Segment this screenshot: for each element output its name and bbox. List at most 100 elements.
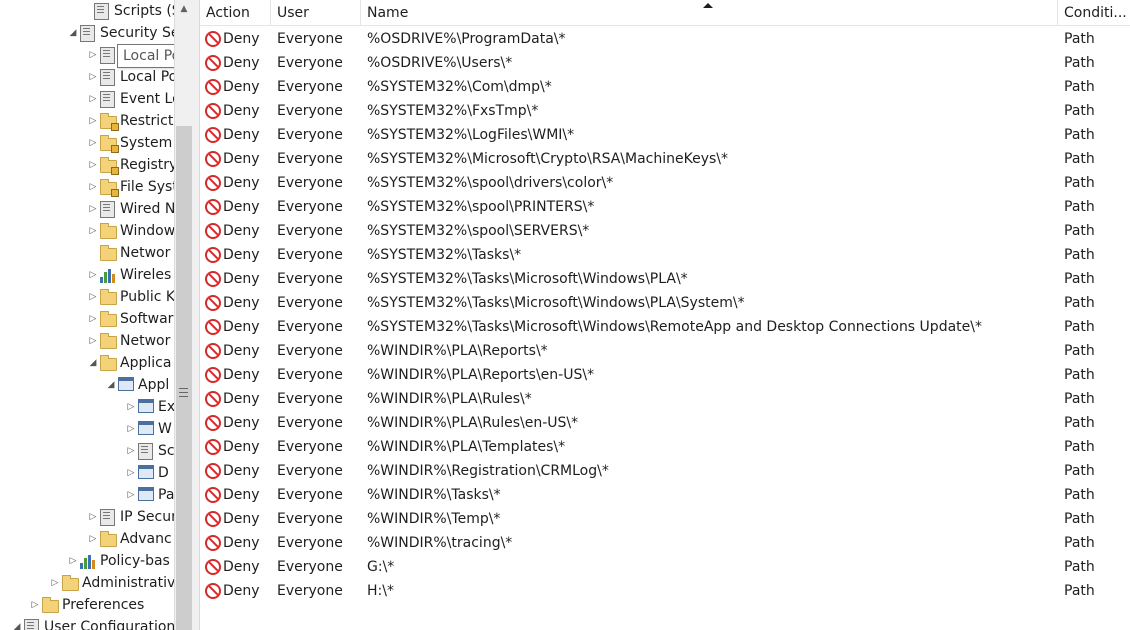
table-row[interactable]: Deny Everyone G:\* Path [200,555,1130,579]
tree-item[interactable]: ▷ Window [0,220,174,242]
tree-collapsed-icon[interactable]: ▷ [88,88,98,110]
table-row[interactable]: Deny Everyone %WINDIR%\Registration\CRMLog… [200,459,1130,483]
tree-collapsed-icon[interactable]: ▷ [88,528,98,550]
pane-splitter[interactable] [193,0,200,630]
tree-item[interactable]: ▷ Networ [0,330,174,352]
tree-item[interactable]: ▷ Preferences [0,594,174,616]
tree-item[interactable]: Networ [0,242,174,264]
tree-item-label: System [120,135,173,151]
tree-collapsed-icon[interactable]: ▷ [88,308,98,330]
tree-collapsed-icon[interactable]: ▷ [30,594,40,616]
tree-item[interactable]: ▷ IP Secur [0,506,174,528]
scroll-up-arrow-icon[interactable]: ▲ [175,0,193,18]
tree-collapsed-icon[interactable]: ▷ [88,110,98,132]
tree-collapsed-icon[interactable]: ▷ [88,66,98,88]
tree-expanded-icon[interactable]: ◢ [88,352,98,374]
table-row[interactable]: Deny Everyone %SYSTEM32%\spool\PRINTERS\* P… [200,195,1130,219]
tree-item[interactable]: ▷ Local Po [0,66,174,88]
tree-item[interactable]: ▷ Public K [0,286,174,308]
tree-item[interactable]: ▷ Administrativ [0,572,174,594]
tree-item[interactable]: ▷ Restrict [0,110,174,132]
tree-item[interactable]: Scripts (Sta [0,0,174,22]
tree-collapsed-icon[interactable]: ▷ [88,220,98,242]
tree-collapsed-icon[interactable]: ▷ [88,506,98,528]
tree-item[interactable]: ▷ File Syst [0,176,174,198]
tree-item[interactable]: ▷ Sc [0,440,174,462]
table-row[interactable]: Deny Everyone %OSDRIVE%\Users\* Path [200,51,1130,75]
tree-item[interactable]: ▷ Policy-bas [0,550,174,572]
tree-collapsed-icon[interactable]: ▷ [88,286,98,308]
tree-collapsed-icon[interactable]: ▷ [126,418,136,440]
deny-icon [205,439,221,455]
tree-collapsed-icon[interactable]: ▷ [126,484,136,506]
cell-action: Deny [223,511,260,527]
table-row[interactable]: Deny Everyone %SYSTEM32%\Tasks\Microsoft\W… [200,267,1130,291]
table-row[interactable]: Deny Everyone %WINDIR%\PLA\Rules\* Path [200,387,1130,411]
tree-item[interactable]: ▷ Softwar [0,308,174,330]
deny-icon [205,535,221,551]
deny-icon [205,79,221,95]
cell-condition: Path [1064,79,1095,95]
table-row[interactable]: Deny Everyone %WINDIR%\PLA\Reports\en-US\*… [200,363,1130,387]
cell-user: Everyone [277,415,343,431]
cell-name: %WINDIR%\PLA\Reports\en-US\* [367,367,595,383]
table-row[interactable]: Deny Everyone %WINDIR%\Temp\* Path [200,507,1130,531]
table-row[interactable]: Deny Everyone %SYSTEM32%\FxsTmp\* Path [200,99,1130,123]
column-header-condition[interactable]: Conditi... [1058,0,1130,25]
tree-collapsed-icon[interactable]: ▷ [88,198,98,220]
tree-item[interactable]: ▷ Wired N [0,198,174,220]
settings-node-icon [24,619,40,630]
column-header-action[interactable]: Action [200,0,271,25]
table-row[interactable]: Deny Everyone %SYSTEM32%\spool\drivers\col… [200,171,1130,195]
tree-collapsed-icon[interactable]: ▷ [88,264,98,286]
tree-item[interactable]: ▷ Wireles [0,264,174,286]
table-row[interactable]: Deny Everyone H:\* Path [200,579,1130,603]
table-row[interactable]: Deny Everyone %WINDIR%\PLA\Reports\* Path [200,339,1130,363]
tree-item[interactable]: ▷ Event Lo [0,88,174,110]
column-header-row: Action User Name Conditi... [200,0,1130,26]
column-header-user[interactable]: User [271,0,361,25]
tree-item[interactable]: ◢ Applica [0,352,174,374]
tree-collapsed-icon[interactable]: ▷ [68,550,78,572]
table-row[interactable]: Deny Everyone %SYSTEM32%\Microsoft\Crypto\… [200,147,1130,171]
tree-collapsed-icon[interactable]: ▷ [88,176,98,198]
table-row[interactable]: Deny Everyone %WINDIR%\tracing\* Path [200,531,1130,555]
tree-collapsed-icon[interactable]: ▷ [126,440,136,462]
tree-item-label: Restrict [120,113,174,129]
tree-collapsed-icon[interactable]: ▷ [88,132,98,154]
tree-item[interactable]: ▷ W [0,418,174,440]
tree-item[interactable]: ▷ System [0,132,174,154]
tree-item[interactable]: ◢ User Configuration [0,616,174,630]
deny-icon [205,31,221,47]
tree-vertical-scrollbar[interactable]: ▲ [174,0,193,630]
tree-collapsed-icon[interactable]: ▷ [126,396,136,418]
tree-item[interactable]: ▷ Registry [0,154,174,176]
table-row[interactable]: Deny Everyone %WINDIR%\PLA\Templates\* Path [200,435,1130,459]
tree-expanded-icon[interactable]: ◢ [12,616,22,630]
table-row[interactable]: Deny Everyone %SYSTEM32%\Tasks\* Path [200,243,1130,267]
table-row[interactable]: Deny Everyone %OSDRIVE%\ProgramData\* Path [200,27,1130,51]
tree-item[interactable]: ◢ Appl [0,374,174,396]
tree-collapsed-icon[interactable]: ▷ [88,330,98,352]
tree-item[interactable]: ◢ Security Se [0,22,174,44]
table-row[interactable]: Deny Everyone %SYSTEM32%\LogFiles\WMI\* Pat… [200,123,1130,147]
table-row[interactable]: Deny Everyone %SYSTEM32%\Tasks\Microsoft\W… [200,315,1130,339]
table-row[interactable]: Deny Everyone %WINDIR%\Tasks\* Path [200,483,1130,507]
scroll-thumb[interactable] [176,126,192,630]
tree-expanded-icon[interactable]: ◢ [68,22,78,44]
tree-expanded-icon[interactable]: ◢ [106,374,116,396]
table-row[interactable]: Deny Everyone %WINDIR%\PLA\Rules\en-US\* Pa… [200,411,1130,435]
tree-collapsed-icon[interactable]: ▷ [88,44,98,66]
tree-item[interactable]: ▷ D [0,462,174,484]
cell-condition: Path [1064,439,1095,455]
tree-collapsed-icon[interactable]: ▷ [88,154,98,176]
tree-item[interactable]: ▷ Advanc [0,528,174,550]
table-row[interactable]: Deny Everyone %SYSTEM32%\Tasks\Microsoft\W… [200,291,1130,315]
tree-item[interactable]: ▷ Ex [0,396,174,418]
tree-collapsed-icon[interactable]: ▷ [50,572,60,594]
table-row[interactable]: Deny Everyone %SYSTEM32%\spool\SERVERS\* Pa… [200,219,1130,243]
tree-collapsed-icon[interactable]: ▷ [126,462,136,484]
tree-item[interactable]: ▷ Pa [0,484,174,506]
table-row[interactable]: Deny Everyone %SYSTEM32%\Com\dmp\* Path [200,75,1130,99]
cell-user: Everyone [277,295,343,311]
